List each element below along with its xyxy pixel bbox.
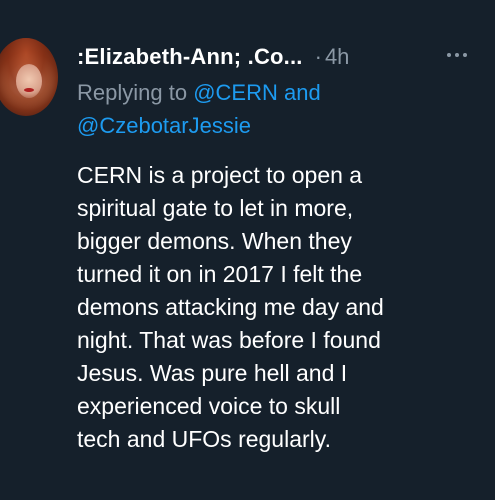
separator-dot: · [314,44,322,69]
tweet-body: CERN is a project to open a spiritual ga… [77,159,487,456]
more-horizontal-icon[interactable] [447,53,467,57]
body-line: turned it on in 2017 I felt the [77,261,363,287]
body-line: experienced voice to skull [77,393,341,419]
mention-conjunction: and [277,80,321,105]
mention-cern[interactable]: @CERN [193,80,278,105]
body-line: CERN is a project to open a [77,162,363,188]
body-line: spiritual gate to let in more, [77,195,354,221]
body-line: demons attacking me day and [77,294,384,320]
replying-to: Replying to @CERN and @CzebotarJessie [77,76,477,142]
body-line: night. That was before I found [77,327,381,353]
tweet[interactable]: :Elizabeth-Ann; .Co... · 4h Replying to … [0,0,495,500]
display-name[interactable]: :Elizabeth-Ann; .Co... [77,44,303,70]
avatar[interactable] [0,38,58,116]
body-line: bigger demons. When they [77,228,352,254]
body-line: tech and UFOs regularly. [77,426,331,452]
mention-czebotarjessie[interactable]: @CzebotarJessie [77,113,251,138]
avatar-lips [24,88,34,92]
body-line: Jesus. Was pure hell and I [77,360,348,386]
tweet-header: :Elizabeth-Ann; .Co... · 4h [77,42,477,72]
avatar-face [16,64,42,98]
timestamp[interactable]: 4h [325,44,349,70]
replying-prefix: Replying to [77,80,194,105]
